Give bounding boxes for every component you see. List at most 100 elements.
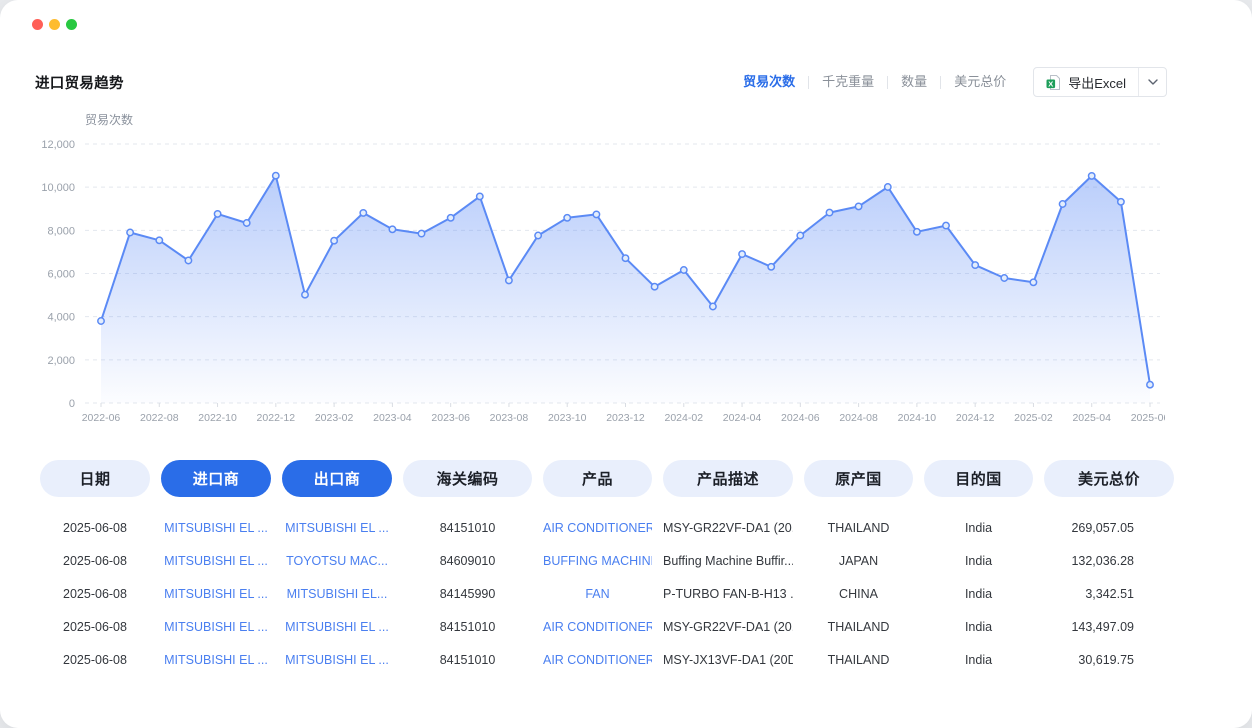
- cell-product[interactable]: BUFFING MACHINE: [543, 554, 652, 568]
- cell-product[interactable]: AIR CONDITIONER: [543, 620, 652, 634]
- cell-origin-country: CHINA: [804, 587, 913, 601]
- cell-product[interactable]: AIR CONDITIONER: [543, 653, 652, 667]
- cell-origin-country: THAILAND: [804, 653, 913, 667]
- cell-importer[interactable]: MITSUBISHI EL ...: [161, 653, 271, 667]
- column-pill-date[interactable]: 日期: [40, 460, 150, 497]
- svg-text:2023-02: 2023-02: [315, 412, 354, 424]
- svg-text:0: 0: [69, 398, 75, 410]
- svg-text:4,000: 4,000: [47, 312, 75, 324]
- svg-text:2024-04: 2024-04: [723, 412, 762, 424]
- cell-importer[interactable]: MITSUBISHI EL ...: [161, 587, 271, 601]
- cell-exporter[interactable]: MITSUBISHI EL ...: [282, 620, 392, 634]
- table-row: 2025-06-08 MITSUBISHI EL ... MITSUBISHI EL…: [40, 610, 1174, 643]
- svg-text:2024-06: 2024-06: [781, 412, 820, 424]
- cell-date: 2025-06-08: [40, 620, 150, 634]
- cell-destination-country: India: [924, 554, 1033, 568]
- svg-text:2023-06: 2023-06: [431, 412, 470, 424]
- svg-text:2024-08: 2024-08: [839, 412, 878, 424]
- trend-area-chart: 贸易次数02,0004,0006,0008,00010,00012,000202…: [35, 108, 1165, 438]
- cell-date: 2025-06-08: [40, 653, 150, 667]
- svg-text:2025-06: 2025-06: [1131, 412, 1165, 424]
- column-pill-destination[interactable]: 目的国: [924, 460, 1033, 497]
- column-pill-usd-total[interactable]: 美元总价: [1044, 460, 1174, 497]
- header-right: 贸易次数 千克重量 数量 美元总价 X 导出E: [730, 67, 1167, 97]
- svg-text:2024-12: 2024-12: [956, 412, 995, 424]
- column-pill-importer[interactable]: 进口商: [161, 460, 271, 497]
- svg-text:8,000: 8,000: [47, 225, 75, 237]
- cell-usd-total: 3,342.51: [1044, 587, 1174, 601]
- cell-description: P-TURBO FAN-B-H13 ...: [663, 587, 793, 601]
- cell-origin-country: THAILAND: [804, 620, 913, 634]
- cell-origin-country: THAILAND: [804, 521, 913, 535]
- results-table: 日期 进口商 出口商 海关编码 产品 产品描述 原产国 目的国 美元总价 202…: [40, 460, 1174, 676]
- svg-text:10,000: 10,000: [41, 182, 75, 194]
- cell-usd-total: 269,057.05: [1044, 521, 1174, 535]
- metric-tabs: 贸易次数 千克重量 数量 美元总价: [730, 67, 1019, 97]
- traffic-light-minimize[interactable]: [49, 19, 60, 30]
- column-pill-hs-code[interactable]: 海关编码: [403, 460, 532, 497]
- column-pill-product[interactable]: 产品: [543, 460, 652, 497]
- svg-text:2022-06: 2022-06: [82, 412, 121, 424]
- cell-hs-code: 84151010: [403, 620, 532, 634]
- cell-product[interactable]: FAN: [543, 587, 652, 601]
- svg-text:12,000: 12,000: [41, 139, 75, 151]
- cell-usd-total: 143,497.09: [1044, 620, 1174, 634]
- cell-description: MSY-GR22VF-DA1 (20...: [663, 620, 793, 634]
- traffic-light-zoom[interactable]: [66, 19, 77, 30]
- cell-usd-total: 132,036.28: [1044, 554, 1174, 568]
- tab-usd-total[interactable]: 美元总价: [941, 67, 1019, 97]
- app-window: 进口贸易趋势 贸易次数 千克重量 数量 美元总价 X: [0, 0, 1252, 728]
- svg-text:2022-10: 2022-10: [198, 412, 237, 424]
- cell-product[interactable]: AIR CONDITIONER: [543, 521, 652, 535]
- cell-destination-country: India: [924, 521, 1033, 535]
- export-excel-button[interactable]: X 导出Excel: [1033, 67, 1167, 97]
- cell-origin-country: JAPAN: [804, 554, 913, 568]
- export-dropdown-toggle[interactable]: [1138, 68, 1166, 96]
- chevron-down-icon: [1148, 79, 1158, 85]
- cell-description: MSY-GR22VF-DA1 (20...: [663, 521, 793, 535]
- cell-exporter[interactable]: MITSUBISHI EL...: [282, 587, 392, 601]
- svg-text:2022-08: 2022-08: [140, 412, 179, 424]
- cell-importer[interactable]: MITSUBISHI EL ...: [161, 620, 271, 634]
- column-pill-exporter[interactable]: 出口商: [282, 460, 392, 497]
- svg-text:2,000: 2,000: [47, 355, 75, 367]
- cell-hs-code: 84145990: [403, 587, 532, 601]
- table-row: 2025-06-08 MITSUBISHI EL ... MITSUBISHI EL…: [40, 577, 1174, 610]
- svg-text:2023-12: 2023-12: [606, 412, 645, 424]
- tab-trade-count[interactable]: 贸易次数: [730, 67, 808, 97]
- panel-header: 进口贸易趋势 贸易次数 千克重量 数量 美元总价 X: [35, 66, 1167, 98]
- cell-destination-country: India: [924, 620, 1033, 634]
- export-excel-label: 导出Excel: [1068, 73, 1126, 92]
- svg-text:2025-02: 2025-02: [1014, 412, 1053, 424]
- column-header-row: 日期 进口商 出口商 海关编码 产品 产品描述 原产国 目的国 美元总价: [40, 460, 1174, 497]
- column-pill-origin[interactable]: 原产国: [804, 460, 913, 497]
- table-row: 2025-06-08MITSUBISHI EL ...TOYOTSU MAC..…: [40, 544, 1174, 577]
- cell-exporter[interactable]: MITSUBISHI EL ...: [282, 653, 392, 667]
- excel-file-icon: X: [1046, 75, 1061, 90]
- traffic-light-close[interactable]: [32, 19, 43, 30]
- svg-text:2022-12: 2022-12: [257, 412, 296, 424]
- export-excel-main[interactable]: X 导出Excel: [1034, 73, 1138, 92]
- tab-kg-weight[interactable]: 千克重量: [809, 67, 887, 97]
- cell-exporter[interactable]: TOYOTSU MAC...: [282, 554, 392, 568]
- window-controls: [32, 19, 77, 30]
- cell-exporter[interactable]: MITSUBISHI EL ...: [282, 521, 392, 535]
- table-row: 2025-06-08 MITSUBISHI EL ... MITSUBISHI EL…: [40, 643, 1174, 676]
- svg-text:6,000: 6,000: [47, 269, 75, 281]
- page-title: 进口贸易趋势: [35, 72, 124, 93]
- svg-text:2023-04: 2023-04: [373, 412, 412, 424]
- column-pill-description[interactable]: 产品描述: [663, 460, 793, 497]
- cell-importer[interactable]: MITSUBISHI EL ...: [161, 554, 271, 568]
- cell-importer[interactable]: MITSUBISHI EL ...: [161, 521, 271, 535]
- table-body: 2025-06-08 MITSUBISHI EL ... MITSUBISHI EL…: [40, 511, 1174, 676]
- svg-text:2024-10: 2024-10: [898, 412, 937, 424]
- cell-description: MSY-JX13VF-DA1 (20D...: [663, 653, 793, 667]
- cell-date: 2025-06-08: [40, 521, 150, 535]
- trend-chart-container: 贸易次数02,0004,0006,0008,00010,00012,000202…: [35, 108, 1165, 438]
- cell-description: Buffing Machine Buffir...: [663, 554, 793, 568]
- svg-text:2025-04: 2025-04: [1072, 412, 1111, 424]
- cell-hs-code: 84151010: [403, 653, 532, 667]
- tab-quantity[interactable]: 数量: [888, 67, 940, 97]
- table-row: 2025-06-08 MITSUBISHI EL ... MITSUBISHI EL…: [40, 511, 1174, 544]
- cell-date: 2025-06-08: [40, 587, 150, 601]
